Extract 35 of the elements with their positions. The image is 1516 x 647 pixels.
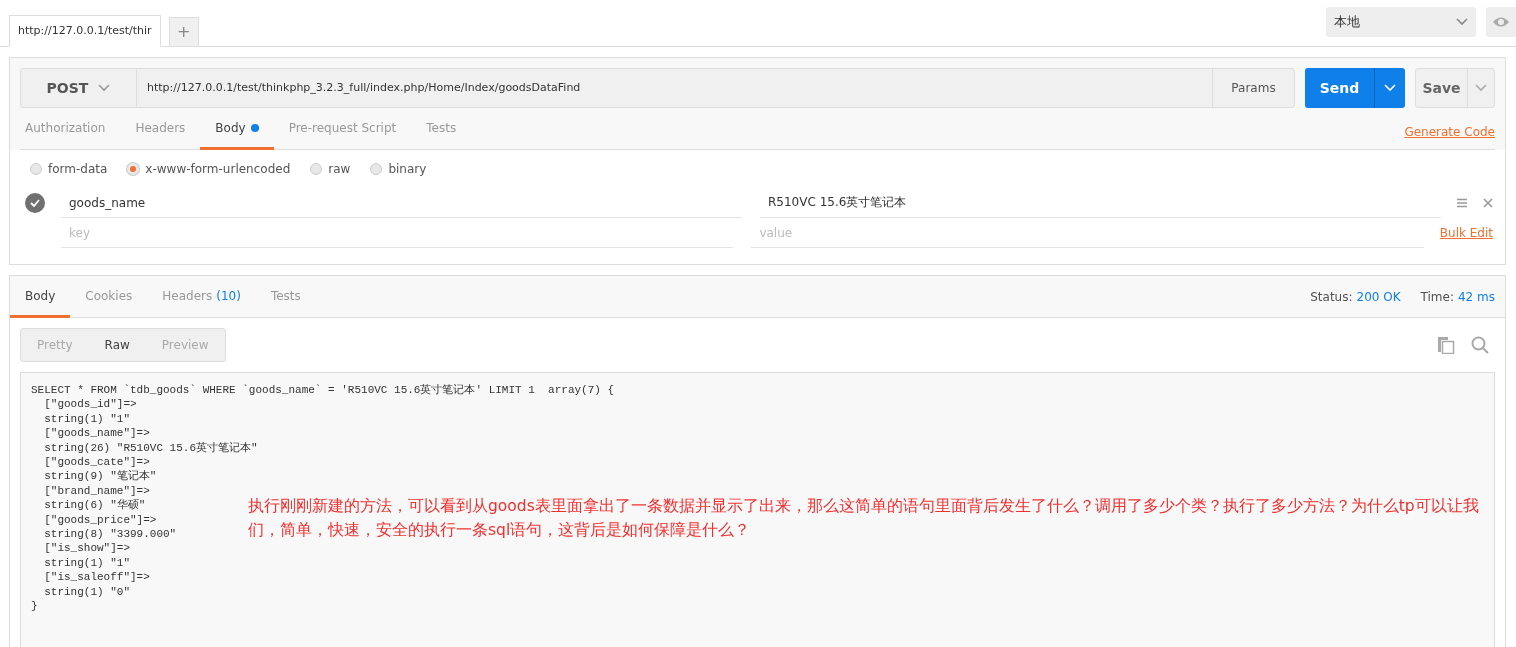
time-label: Time:: [1420, 288, 1454, 306]
code-line: string(1) "1": [43, 411, 131, 427]
code-line: SELECT * FROM `tdb_goods` WHERE `goods_name` = 'R510VC 15.6英寸笔记本' LIMIT 1 array(7) {: [31, 383, 615, 398]
annotation-text: 执行刚刚新建的方法，可以看到从goods表里面拿出了一条数据并显示了出来，那么这简单的语句里面背后发生了什么？调用了多少个类？执行了多少方法？为什么tp可以让我们，简单，快速，安全的执行一条sql语句，这背后是如何保障是什么？: [248, 496, 1480, 541]
response-tab[interactable]: Headers (10): [147, 276, 256, 318]
code-line: string(1) "0": [43, 584, 131, 600]
code-line: ["goods_name"]=>: [43, 426, 150, 441]
code-line: ["is_saleoff"]=>: [43, 570, 150, 585]
status-label: Status:: [1310, 288, 1353, 306]
body-type-radio[interactable]: x-www-form-urlencoded: [127, 160, 291, 178]
code-line: ["goods_id"]=>: [43, 397, 137, 412]
code-line: string(1) "1": [43, 555, 131, 571]
status-value: 200 OK: [1356, 288, 1401, 306]
code-line: ["is_show"]=>: [43, 541, 131, 556]
view-mode-button[interactable]: Raw: [88, 329, 146, 361]
code-line: ["goods_cate"]=>: [43, 455, 150, 470]
body-type-radio[interactable]: form-data: [30, 160, 108, 178]
value-field[interactable]: R510VC 15.6英寸笔记本: [760, 188, 1441, 218]
code-line: string(6) "华硕": [43, 498, 146, 513]
key-field[interactable]: goods_name: [61, 188, 742, 218]
value-field[interactable]: value: [751, 218, 1424, 248]
code-line: ["goods_price"]=>: [43, 512, 157, 528]
request-tab[interactable]: http://127.0.0.1/test/thir: [9, 14, 161, 47]
code-line: string(8) "3399.000": [43, 527, 177, 542]
time-value: 42 ms: [1457, 288, 1495, 306]
environment-dropdown[interactable]: 本地: [1326, 7, 1476, 37]
code-line: ["brand_name"]=>: [43, 483, 150, 499]
body-type-radio[interactable]: binary: [370, 160, 427, 178]
code-line: }: [31, 599, 38, 614]
request-section-tab[interactable]: Body: [200, 108, 274, 150]
key-field[interactable]: key: [61, 218, 734, 248]
body-type-radio[interactable]: raw: [310, 160, 351, 178]
code-line: string(26) "R510VC 15.6英寸笔记本": [43, 440, 258, 456]
response-tab[interactable]: Body: [10, 276, 71, 318]
code-line: string(9) "笔记本": [43, 469, 157, 484]
